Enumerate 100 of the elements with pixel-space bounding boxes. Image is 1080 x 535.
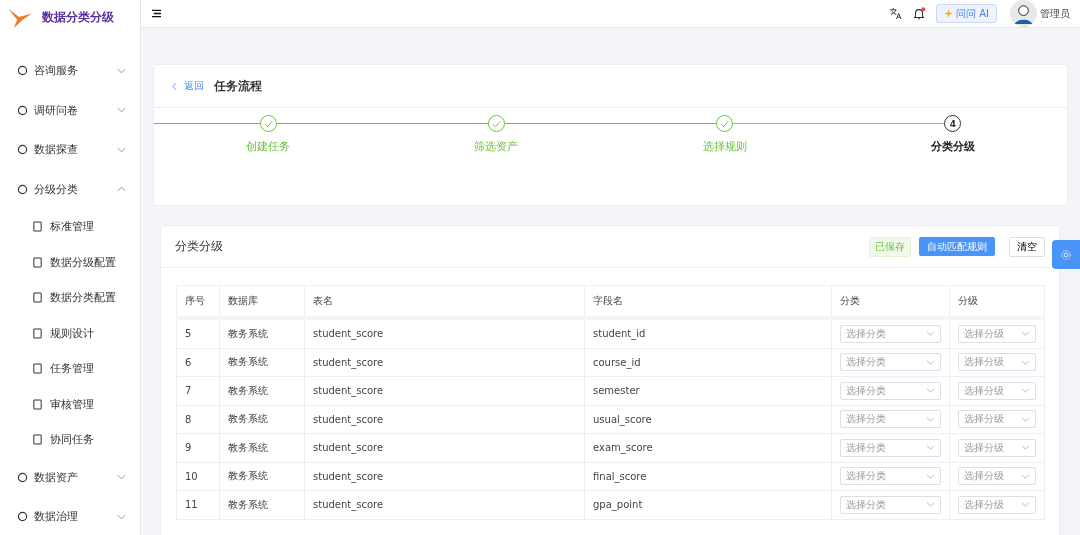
- category-select[interactable]: 选择分类: [840, 353, 941, 372]
- document-icon: [32, 292, 43, 304]
- panel-title: 分类分级: [175, 239, 223, 254]
- table-cell: student_score: [304, 376, 585, 405]
- step-label: 筛选资产: [474, 139, 519, 154]
- sidebar-item[interactable]: 数据资产: [0, 457, 140, 497]
- chevron-icon: [117, 67, 126, 74]
- category-select[interactable]: 选择分类: [840, 467, 941, 486]
- category-select[interactable]: 选择分类: [840, 410, 941, 429]
- bell-icon[interactable]: [912, 6, 927, 21]
- table-cell: 9: [176, 433, 220, 462]
- table-cell: 教务系统: [219, 376, 305, 405]
- table-cell: student_score: [304, 405, 585, 434]
- chevron-icon: [926, 388, 935, 394]
- chevron-icon: [1021, 388, 1030, 394]
- sidebar-item[interactable]: 调研问卷: [0, 90, 140, 130]
- chevron-icon: [926, 473, 935, 479]
- table-cell: 教务系统: [219, 348, 305, 377]
- table-cell: usual_score: [584, 405, 832, 434]
- back-link[interactable]: 返回: [172, 79, 204, 93]
- document-icon: [32, 221, 43, 233]
- table-cell: gpa_point: [584, 490, 832, 519]
- chevron-icon: [1021, 445, 1030, 451]
- column-header: 分级: [949, 285, 1045, 318]
- user-name[interactable]: 管理员: [1040, 6, 1070, 21]
- document-icon: [32, 327, 43, 339]
- sidebar-item[interactable]: 咨询服务: [0, 51, 140, 91]
- step-label: 分类分级: [930, 139, 975, 154]
- step-label: 创建任务: [246, 139, 291, 154]
- table-cell: final_score: [584, 462, 832, 491]
- table-cell: 8: [176, 405, 220, 434]
- translate-icon[interactable]: [889, 7, 903, 20]
- table-cell: course_id: [584, 348, 832, 377]
- table-cell: student_score: [304, 348, 585, 377]
- table-cell: 教务系统: [219, 405, 305, 434]
- sidebar-subitem[interactable]: 标准管理: [0, 209, 140, 245]
- page-title: 任务流程: [214, 78, 262, 94]
- table-cell: 教务系统: [219, 462, 305, 491]
- sidebar-subitem[interactable]: 数据分级配置: [0, 244, 140, 280]
- step-indicator: 4: [944, 115, 962, 132]
- sidebar-subitem[interactable]: 审核管理: [0, 386, 140, 422]
- chevron-icon: [926, 331, 935, 337]
- chevron-icon: [117, 474, 126, 481]
- gear-icon: [1060, 248, 1072, 261]
- table-cell: student_score: [304, 490, 585, 519]
- level-select[interactable]: 选择分级: [958, 381, 1036, 400]
- sidebar-subitem[interactable]: 协同任务: [0, 422, 140, 458]
- level-select[interactable]: 选择分级: [958, 438, 1036, 457]
- back-chevron-icon: [172, 81, 177, 91]
- document-icon: [32, 363, 43, 375]
- level-select[interactable]: 选择分级: [958, 353, 1036, 372]
- document-icon: [32, 256, 43, 268]
- step-label: 选择规则: [702, 139, 747, 154]
- table-cell: 7: [176, 376, 220, 405]
- auto-match-button[interactable]: 自动匹配规则: [919, 237, 995, 256]
- category-select[interactable]: 选择分类: [840, 381, 941, 400]
- table-cell: semester: [584, 376, 832, 405]
- sparkle-icon: [944, 9, 954, 18]
- level-select[interactable]: 选择分级: [958, 410, 1036, 429]
- avatar-icon[interactable]: [1010, 0, 1037, 27]
- chevron-icon: [1021, 359, 1030, 365]
- column-header: 字段名: [584, 285, 832, 318]
- chevron-icon: [117, 146, 126, 153]
- category-select[interactable]: 选择分类: [840, 324, 941, 343]
- document-icon: [32, 398, 43, 410]
- category-select[interactable]: 选择分类: [840, 495, 941, 514]
- ask-ai-button[interactable]: 问问 AI: [936, 4, 997, 23]
- chevron-icon: [926, 416, 935, 422]
- sidebar-subitem[interactable]: 任务管理: [0, 351, 140, 387]
- chevron-icon: [1021, 331, 1030, 337]
- sidebar-item[interactable]: 数据探查: [0, 130, 140, 170]
- level-select[interactable]: 选择分级: [958, 467, 1036, 486]
- sidebar-subitem[interactable]: 规则设计: [0, 315, 140, 351]
- app-title: 数据分类分级: [42, 9, 114, 26]
- chevron-icon: [926, 502, 935, 508]
- level-select[interactable]: 选择分级: [958, 324, 1036, 343]
- table-cell: student_score: [304, 318, 585, 348]
- table-cell: 10: [176, 462, 220, 491]
- table-cell: exam_score: [584, 433, 832, 462]
- table-cell: 教务系统: [219, 433, 305, 462]
- column-header: 分类: [831, 285, 950, 318]
- sidebar-item[interactable]: 分级分类: [0, 169, 140, 209]
- clear-button[interactable]: 清空: [1009, 236, 1045, 257]
- document-icon: [32, 434, 43, 446]
- column-header: 序号: [176, 285, 220, 318]
- chevron-icon: [1021, 416, 1030, 422]
- chevron-icon: [926, 445, 935, 451]
- column-header: 表名: [304, 285, 585, 318]
- table-cell: student_id: [584, 318, 832, 348]
- sidebar-subitem[interactable]: 数据分类配置: [0, 280, 140, 316]
- table-cell: 6: [176, 348, 220, 377]
- chevron-icon: [117, 186, 126, 193]
- column-header: 数据库: [219, 285, 305, 318]
- category-select[interactable]: 选择分类: [840, 438, 941, 457]
- level-select[interactable]: 选择分级: [958, 495, 1036, 514]
- table-cell: 教务系统: [219, 490, 305, 519]
- table-cell: student_score: [304, 462, 585, 491]
- chevron-icon: [1021, 473, 1030, 479]
- sidebar-item[interactable]: 数据治理: [0, 497, 140, 535]
- chevron-icon: [1021, 502, 1030, 508]
